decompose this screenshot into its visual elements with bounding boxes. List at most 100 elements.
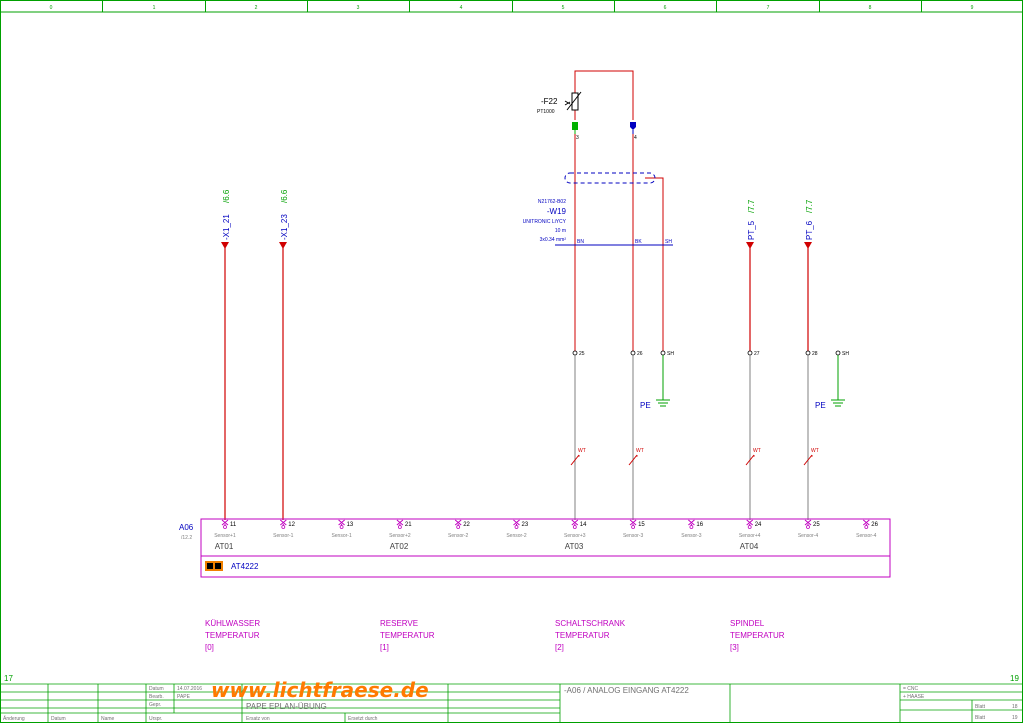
field-label-editor: Bearb. <box>149 694 164 700</box>
pin-number: 22 <box>463 522 470 528</box>
cable-type: UNITRONIC LiYCY <box>523 219 567 225</box>
crossref-x1-21-page: /6.6 <box>222 189 231 203</box>
module-page-ref: /12.2 <box>181 535 192 541</box>
function-line: SCHALTSCHRANK <box>555 619 626 628</box>
function-line: TEMPERATUR <box>730 631 785 640</box>
function-line: RESERVE <box>380 619 418 628</box>
gray-wires <box>574 355 809 520</box>
sheet-frame <box>0 0 1023 723</box>
module-terminal-pin: 24 Sensor+4 <box>739 519 762 539</box>
crossref-pt6: PT_6 <box>805 220 814 240</box>
pt1000-sensor-symbol <box>564 91 582 111</box>
column-number: 8 <box>869 5 872 11</box>
pe-label-2: PE <box>815 401 826 410</box>
crossref-x1-23: -X1_23 <box>280 214 289 240</box>
field-label-original: Urspr. <box>149 716 162 722</box>
terminal-25: 25 <box>579 351 585 357</box>
location-2: + HAASE <box>903 694 925 700</box>
wire-markers <box>570 454 813 466</box>
pin-number: 26 <box>871 522 878 528</box>
core-label: BN <box>577 239 584 245</box>
module-terminal-pin: 11 Sensor+1 <box>214 519 237 539</box>
column-number: 3 <box>357 5 360 11</box>
function-line: KÜHLWASSER <box>205 619 260 628</box>
wire-marker: WT <box>753 448 761 454</box>
function-index: [2] <box>555 643 564 652</box>
crossref-pt5: PT_5 <box>747 220 756 240</box>
wire-marker: WT <box>578 448 586 454</box>
pin-number: 24 <box>755 522 762 528</box>
pin-contact <box>747 525 752 529</box>
column-dividers <box>102 0 922 12</box>
sensor-tag: -F22 <box>541 97 558 106</box>
column-numbers: 0 1 2 3 4 5 6 7 8 9 <box>50 5 974 11</box>
pin-label: Sensor-4 <box>798 533 819 539</box>
function-texts: KÜHLWASSER TEMPERATUR [0] RESERVE TEMPER… <box>205 619 785 652</box>
core-label: SH <box>665 239 672 245</box>
pin-label: Sensor-2 <box>506 533 527 539</box>
sheet-total: 19 <box>1012 715 1018 721</box>
drawing-date: 14.07.2016 <box>177 686 202 692</box>
wire-marker: * <box>578 455 580 461</box>
location-1: = CNC <box>903 686 919 692</box>
wire-marker: * <box>811 455 813 461</box>
drawing-author: PAPE <box>177 694 191 700</box>
pin-label: Sensor-1 <box>331 533 352 539</box>
pin-contact <box>864 525 869 529</box>
watermark: www.lichtfraese.de <box>211 678 429 702</box>
module-id: A06 <box>179 523 194 532</box>
crossref-labels: -X1_21 /6.6 -X1_23 /6.6 PT_5 /7.7 PT_6 /… <box>222 189 814 240</box>
change-name-label: Name <box>101 716 115 722</box>
wire-marker-labels: WT * WT * WT * WT * <box>578 448 819 461</box>
pin-label: Sensor-1 <box>273 533 294 539</box>
channel-labels: AT01 AT02 AT03 AT04 <box>215 542 759 551</box>
module-terminal-pin: 14 Sensor+3 <box>564 519 587 539</box>
pin-number: 23 <box>522 522 529 528</box>
pin-label: Sensor-2 <box>448 533 469 539</box>
wire-marker: * <box>753 455 755 461</box>
pin-number: 13 <box>347 522 354 528</box>
column-number: 4 <box>460 5 463 11</box>
cable-part-number: N21762-B02 <box>538 199 566 205</box>
column-number: 1 <box>153 5 156 11</box>
analog-input-module: A06 /12.2 AT4222 <box>179 518 891 578</box>
module-terminal-pins: 11 Sensor+1 12 Sensor-1 13 Sensor-1 21 Sensor+2… <box>214 519 879 539</box>
replaces-label: Ersetzt durch <box>348 716 378 722</box>
function-line: SPINDEL <box>730 619 765 628</box>
wire-marker: WT <box>811 448 819 454</box>
pe-ground-2 <box>831 355 845 407</box>
function-line: TEMPERATUR <box>205 631 260 640</box>
module-terminal-pin: 12 Sensor-1 <box>273 519 296 539</box>
pin-label: Sensor-4 <box>856 533 877 539</box>
title-block-text: Datum Bearb. Gepr. Urspr. 14.07.2016 PAP… <box>3 686 1018 722</box>
channel-at02: AT02 <box>390 542 409 551</box>
cable-shield-symbol <box>564 172 656 184</box>
field-label-date: Datum <box>149 686 164 692</box>
function-index: [1] <box>380 643 389 652</box>
sheet-total-label: Blatt <box>975 715 986 721</box>
crossref-pt5-page: /7.7 <box>747 199 756 213</box>
function-line: TEMPERATUR <box>380 631 435 640</box>
pin-number: 15 <box>638 522 645 528</box>
pin-contact <box>339 525 344 529</box>
cable-length: 10 m <box>555 228 566 234</box>
module-terminal-pin: 13 Sensor-1 <box>331 519 354 539</box>
pin-number: 21 <box>405 522 412 528</box>
cable-tag: -W19 <box>547 207 567 216</box>
channel-at04: AT04 <box>740 542 759 551</box>
terminal-points <box>572 350 841 356</box>
module-terminal-pin: 23 Sensor-2 <box>506 519 529 539</box>
pin-contact <box>572 525 577 529</box>
pin-contact <box>806 525 810 529</box>
module-terminal-pin: 21 Sensor+2 <box>389 519 412 539</box>
next-page-number: 19 <box>1010 674 1019 683</box>
previous-page-number: 17 <box>4 674 13 683</box>
column-number: 2 <box>255 5 258 11</box>
module-terminal-pin: 25 Sensor-4 <box>798 519 820 539</box>
sheet-title: -A06 / ANALOG EINGANG AT4222 <box>564 686 689 695</box>
function-index: [0] <box>205 643 214 652</box>
module-terminal-pin: 22 Sensor-2 <box>448 519 471 539</box>
module-frame <box>200 518 891 578</box>
module-logo <box>205 561 223 571</box>
pe-label-1: PE <box>640 401 651 410</box>
